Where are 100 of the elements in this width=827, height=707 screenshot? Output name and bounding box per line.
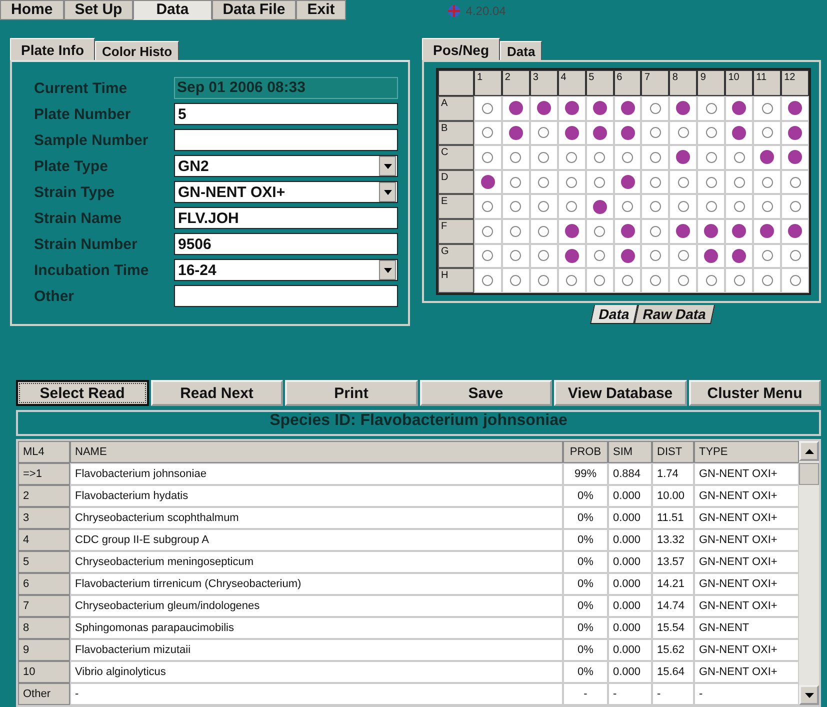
action-button[interactable]: Cluster Menu <box>688 380 821 406</box>
panel-tab[interactable]: Pos/Neg <box>422 38 500 60</box>
field-label: Plate Type <box>34 158 109 174</box>
row-header: G <box>438 244 474 268</box>
table-cell: Vibrio alginolyticus <box>70 661 563 683</box>
table-cell: 0% <box>563 529 608 551</box>
table-cell: 0.000 <box>608 595 652 617</box>
table-cell: 0.000 <box>608 573 652 595</box>
field-label: Plate Number <box>34 106 132 122</box>
row-header: 7 <box>18 595 70 617</box>
table-cell: 0.000 <box>608 529 652 551</box>
version-text: 4.20.04 <box>466 4 506 18</box>
row-header: 5 <box>18 551 70 573</box>
table-cell: - <box>70 683 563 705</box>
panel-tab[interactable]: Data <box>500 41 542 60</box>
menu-tab[interactable]: Data File <box>212 0 296 20</box>
input-field[interactable]: 5 <box>174 103 398 125</box>
table-cell: 11.51 <box>652 507 694 529</box>
table-cell: 99% <box>563 463 608 485</box>
view-tab[interactable]: Data <box>590 304 638 324</box>
table-cell: 15.54 <box>652 617 694 639</box>
scroll-up-button[interactable] <box>799 441 819 461</box>
row-header: D <box>438 170 474 194</box>
table-cell: GN-NENT OXI+ <box>694 595 799 617</box>
column-header: 4 <box>558 70 586 96</box>
row-header: E <box>438 194 474 219</box>
menu-tab[interactable]: Data <box>133 0 212 20</box>
action-button[interactable]: Read Next <box>150 380 283 406</box>
input-field[interactable]: 9506 <box>174 233 398 255</box>
table-cell: GN-NENT OXI+ <box>694 639 799 661</box>
table-cell: GN-NENT <box>694 617 799 639</box>
table-cell: 13.57 <box>652 551 694 573</box>
input-field[interactable] <box>174 285 398 307</box>
field-label: Strain Type <box>34 184 116 200</box>
column-header: 8 <box>669 70 698 96</box>
row-header: Other <box>18 683 70 705</box>
menu-tab[interactable]: Set Up <box>64 0 134 20</box>
table-cell: 14.21 <box>652 573 694 595</box>
action-button[interactable]: View Database <box>554 380 686 406</box>
row-header: 10 <box>18 661 70 683</box>
column-header: 6 <box>614 70 642 96</box>
table-cell: GN-NENT OXI+ <box>694 551 799 573</box>
table-cell: - <box>652 683 694 705</box>
column-header: NAME <box>70 441 563 463</box>
table-cell: GN-NENT OXI+ <box>694 661 799 683</box>
up-arrow-icon <box>804 448 814 454</box>
table-cell: GN-NENT OXI+ <box>694 573 799 595</box>
table-cell: 15.62 <box>652 639 694 661</box>
menu-tab[interactable]: Home <box>0 0 64 20</box>
column-header: 5 <box>586 70 614 96</box>
column-header: 10 <box>725 70 754 96</box>
table-cell: - <box>608 683 652 705</box>
table-cell: Chryseobacterium scophthalmum <box>70 507 563 529</box>
action-button[interactable]: Save <box>420 380 552 406</box>
table-cell: 0% <box>563 617 608 639</box>
column-header: 12 <box>781 70 809 96</box>
scrollbar[interactable] <box>799 441 819 705</box>
dropdown-field[interactable]: GN2 <box>174 155 398 177</box>
row-header: B <box>438 120 474 146</box>
action-button[interactable]: Print <box>285 380 418 406</box>
scroll-thumb[interactable] <box>799 463 819 485</box>
column-header: 1 <box>474 70 502 96</box>
row-header: C <box>438 145 474 170</box>
table-cell: 0% <box>563 485 608 507</box>
table-cell: 0% <box>563 595 608 617</box>
action-button[interactable]: Select Read <box>16 380 148 406</box>
table-cell: - <box>694 683 799 705</box>
table-cell: Sphingomonas parapaucimobilis <box>70 617 563 639</box>
table-cell: Chryseobacterium meningosepticum <box>70 551 563 573</box>
field-label: Other <box>34 288 76 304</box>
table-cell: Flavobacterium johnsoniae <box>70 463 563 485</box>
column-header: 2 <box>502 70 530 96</box>
dropdown-field[interactable]: GN-NENT OXI+ <box>174 181 398 203</box>
table-cell: Chryseobacterium gleum/indologenes <box>70 595 563 617</box>
scroll-down-button[interactable] <box>799 685 819 705</box>
species-title: Species ID: Flavobacterium johnsoniae <box>16 410 821 436</box>
row-header: 4 <box>18 529 70 551</box>
panel-tab[interactable]: Plate Info <box>10 38 96 60</box>
table-cell: 13.32 <box>652 529 694 551</box>
column-header: SIM <box>608 441 652 463</box>
table-cell: 1.74 <box>652 463 694 485</box>
input-field[interactable] <box>174 129 398 151</box>
table-cell: - <box>563 683 608 705</box>
row-header: =>1 <box>18 463 70 485</box>
field-label: Strain Name <box>34 210 123 226</box>
time-display: Sep 01 2006 08:33 <box>174 77 398 99</box>
panel-tab[interactable]: Color Histo <box>95 41 180 60</box>
table-cell: 0.000 <box>608 507 652 529</box>
view-tab[interactable]: Raw Data <box>634 304 716 324</box>
table-cell: CDC group II-E subgroup A <box>70 529 563 551</box>
row-header: H <box>438 268 474 293</box>
row-header: F <box>438 218 474 244</box>
table-cell: 0% <box>563 639 608 661</box>
column-header: DIST <box>652 441 694 463</box>
menu-tab[interactable]: Exit <box>296 0 346 20</box>
input-field[interactable]: FLV.JOH <box>174 207 398 229</box>
row-header: 8 <box>18 617 70 639</box>
row-header: 2 <box>18 485 70 507</box>
dropdown-field[interactable]: 16-24 <box>174 259 398 281</box>
table-cell: 0% <box>563 661 608 683</box>
